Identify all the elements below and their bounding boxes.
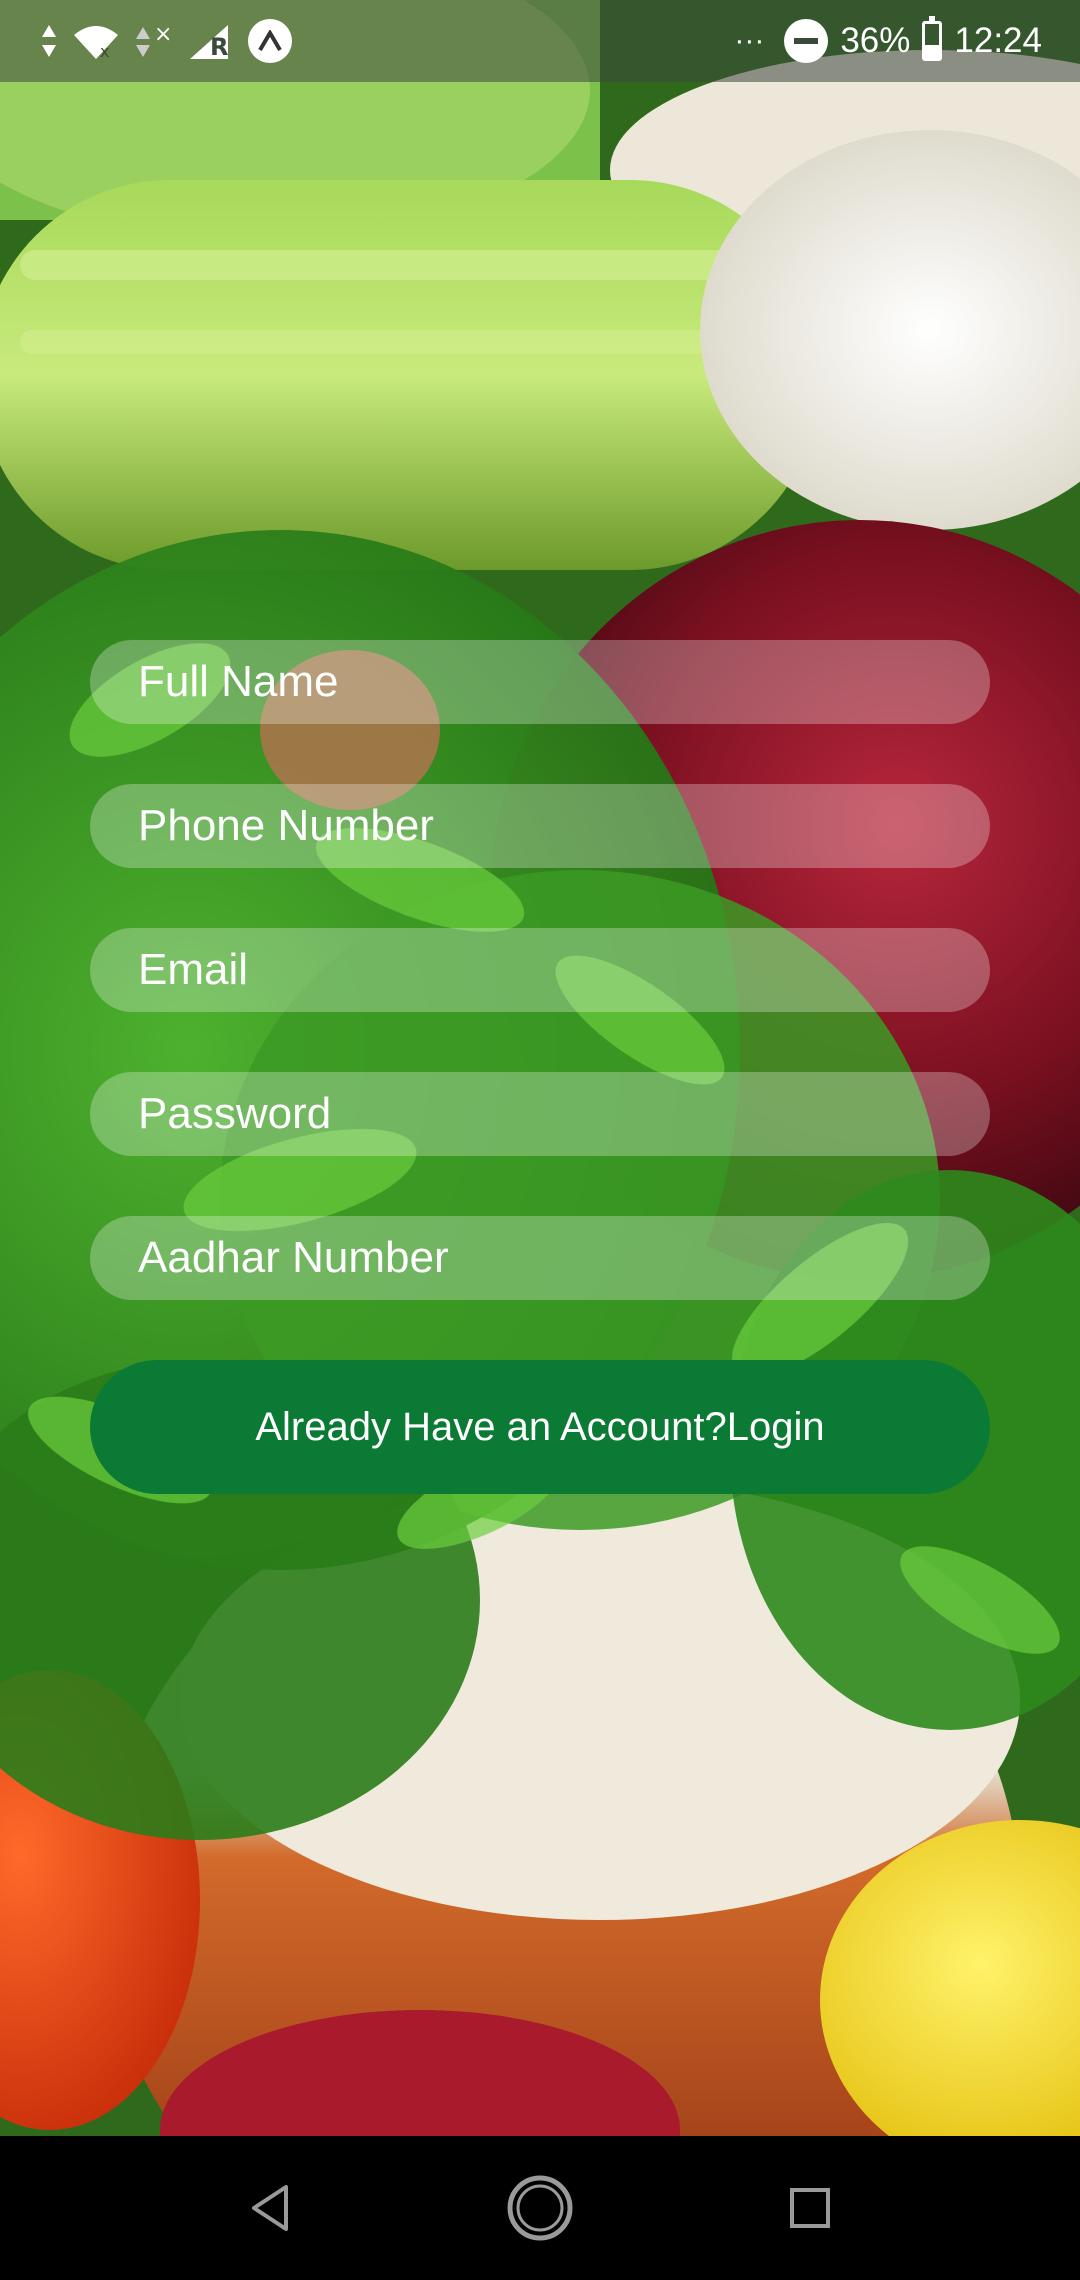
cellular-icon: R [190, 25, 228, 61]
status-bar-left: x × R [40, 14, 292, 68]
signal-arrows-icon [42, 25, 56, 57]
phone-number-field-container [90, 784, 990, 868]
registration-form: Already Have an Account?Login [90, 640, 990, 1494]
svg-text:R: R [210, 33, 228, 61]
email-input[interactable] [90, 928, 990, 1012]
login-button[interactable]: Already Have an Account?Login [90, 1360, 990, 1494]
back-icon[interactable] [234, 2172, 306, 2244]
battery-percent: 36% [840, 21, 911, 60]
home-icon[interactable] [504, 2172, 576, 2244]
do-not-disturb-icon [784, 19, 829, 63]
full-name-field-container [90, 640, 990, 724]
aadhar-number-field-container [90, 1216, 990, 1300]
full-name-input[interactable] [90, 640, 990, 724]
password-input[interactable] [90, 1072, 990, 1156]
clock: 12:24 [954, 21, 1042, 60]
no-signal-icon: × [136, 22, 172, 57]
registration-screen: x × R ··· 36% 12:24 Full Name Phone Numb… [0, 0, 1080, 2280]
navigation-bar [0, 2136, 1080, 2280]
recents-icon[interactable] [774, 2172, 846, 2244]
overflow-indicator: ··· [734, 24, 765, 57]
wifi-icon: x [74, 26, 118, 61]
svg-text:x: x [100, 42, 109, 61]
aadhar-number-input[interactable] [90, 1216, 990, 1300]
svg-text:×: × [154, 22, 172, 47]
password-field-container [90, 1072, 990, 1156]
battery-icon [922, 16, 943, 61]
phone-number-input[interactable] [90, 784, 990, 868]
status-bar: x × R ··· 36% 12:24 [0, 0, 1080, 82]
status-bar-right: ··· 36% 12:24 [734, 14, 1042, 68]
email-field-container [90, 928, 990, 1012]
assistant-icon [248, 19, 292, 63]
